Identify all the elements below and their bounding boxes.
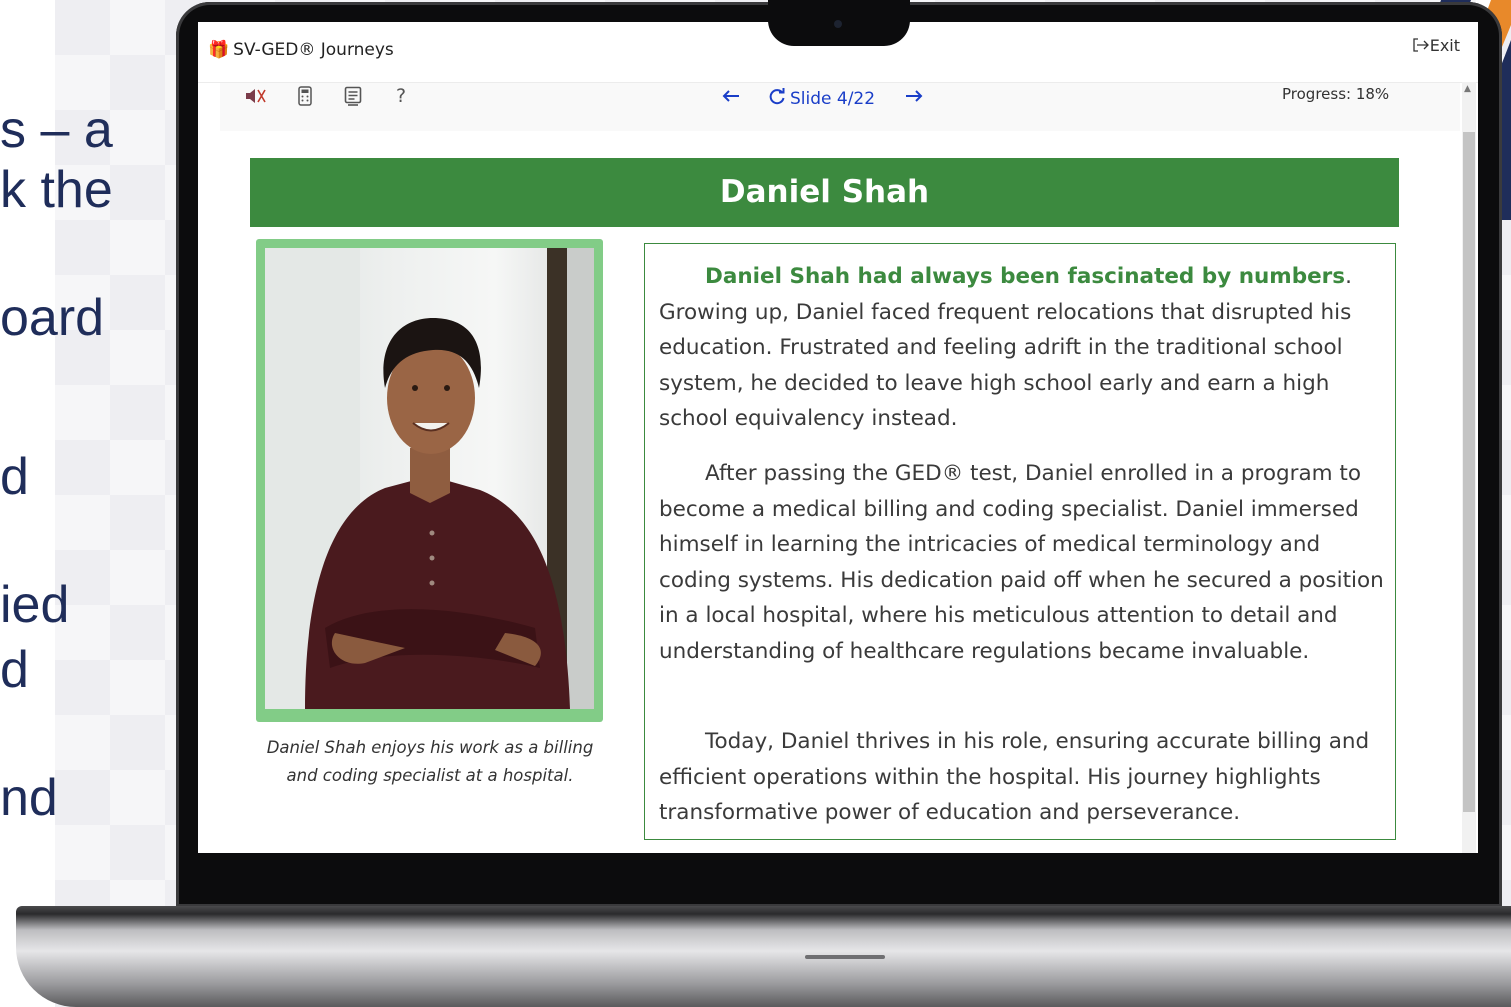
slide-heading: Daniel Shah [250, 158, 1399, 227]
app-title-text: SV-GED® Journeys [233, 40, 394, 60]
slide-text-fragment: d [0, 641, 29, 699]
app-title: 🎁 SV-GED® Journeys [208, 40, 394, 60]
slide-counter: Slide 4/22 [790, 89, 876, 109]
story-paragraph-1-text: . Growing up, Daniel faced frequent relo… [659, 264, 1352, 431]
arrow-right-icon [906, 90, 923, 102]
help-icon[interactable]: ? [396, 85, 406, 107]
gift-icon: 🎁 [208, 40, 230, 60]
slide-text-fragment: ied [0, 576, 70, 634]
reload-slide-button[interactable]: Slide 4/22 [768, 88, 875, 109]
portrait-caption: Daniel Shah enjoys his work as a billing… [266, 738, 594, 785]
slide-text-fragment: nd [0, 769, 58, 827]
background-slide-text: s – a k the oard d ied d nd [0, 0, 200, 1007]
exit-label: Exit [1429, 36, 1460, 55]
previous-slide-button[interactable] [722, 88, 740, 108]
story-paragraph-1: Daniel Shah had always been fascinated b… [659, 259, 1385, 437]
reload-icon [769, 88, 785, 105]
scroll-up-arrow-icon[interactable]: ▲ [1464, 84, 1471, 94]
mute-icon[interactable] [244, 86, 266, 111]
laptop-screen: 🎁 SV-GED® Journeys Exit ? Slide 4/22 Pro… [198, 22, 1478, 853]
notes-icon[interactable] [344, 86, 362, 111]
next-slide-button[interactable] [905, 88, 923, 108]
portrait-frame [256, 239, 603, 722]
laptop-base [16, 906, 1511, 1007]
scrollbar-thumb[interactable] [1463, 132, 1475, 812]
portrait-photo [265, 248, 594, 709]
slide-text-fragment: s – a [0, 101, 113, 159]
progress-label: Progress: 18% [1282, 85, 1390, 103]
exit-icon [1413, 38, 1429, 52]
slide-text-fragment: oard [0, 289, 105, 347]
camera-notch [768, 0, 910, 46]
slide-text-fragment: k the [0, 161, 113, 219]
laptop-base-slot [805, 955, 885, 959]
calculator-icon[interactable] [298, 86, 312, 111]
exit-button[interactable]: Exit [1412, 36, 1460, 55]
story-lead: Daniel Shah had always been fascinated b… [705, 264, 1346, 289]
story-textbox[interactable]: Daniel Shah had always been fascinated b… [644, 243, 1396, 840]
arrow-left-icon [722, 90, 739, 102]
story-paragraph-2: After passing the GED® test, Daniel enro… [659, 461, 1384, 664]
slide-text-fragment: d [0, 448, 29, 506]
story-paragraph-3: Today, Daniel thrives in his role, ensur… [659, 729, 1370, 825]
camera-icon [834, 20, 842, 28]
help-label: ? [396, 85, 407, 107]
